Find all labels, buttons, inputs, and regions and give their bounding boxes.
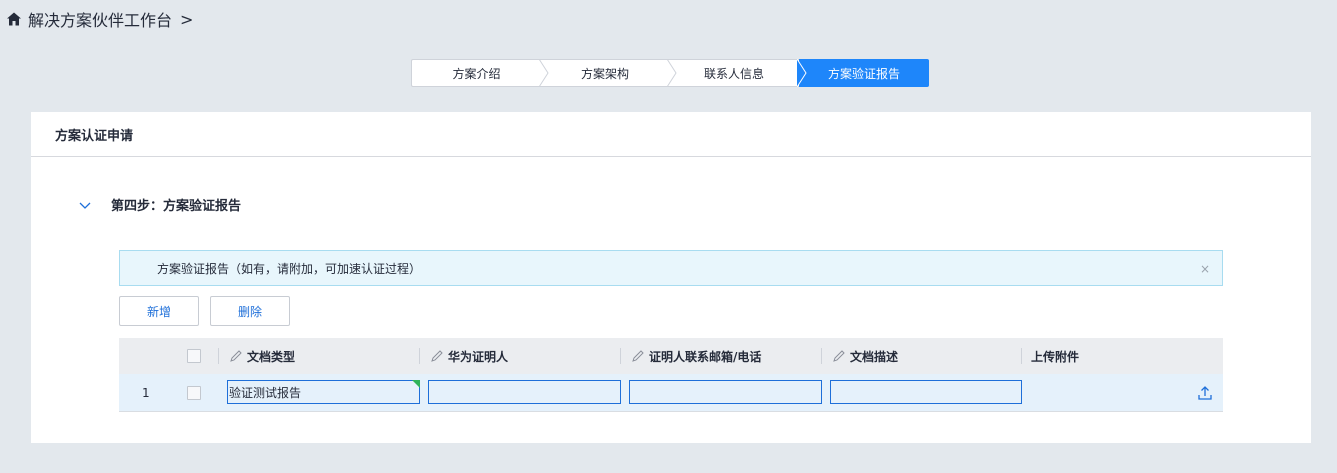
alert-text: 方案验证报告（如有，请附加，可加速认证过程） [157,261,422,276]
column-header-attachment: 上传附件 [1031,349,1080,364]
step-solution-intro[interactable]: 方案介绍 [411,59,549,87]
breadcrumb: 解决方案伙伴工作台 > [6,8,193,30]
step-separator [667,59,677,87]
home-icon[interactable] [6,11,22,27]
pencil-icon [833,350,845,362]
chevron-down-icon[interactable] [79,199,91,211]
step-solution-architecture[interactable]: 方案架构 [541,59,677,87]
doc-type-field[interactable]: 验证测试报告 [227,380,420,404]
pencil-icon [431,350,443,362]
column-header-doc-type[interactable]: 文档类型 [229,338,295,374]
modified-flag [412,380,420,388]
select-all-checkbox[interactable] [187,349,201,363]
column-header-contact[interactable]: 证明人联系邮箱/电话 [631,338,761,374]
pencil-icon [632,350,644,362]
chevron-right-icon: > [180,9,194,29]
row-index: 1 [142,385,150,400]
column-header-description[interactable]: 文档描述 [832,338,898,374]
table-header: 文档类型 华为证明人 证明人联系邮箱/电话 文档描述 上传附件 [119,338,1223,374]
info-alert: 方案验证报告（如有，请附加，可加速认证过程） × [119,250,1223,286]
workbench-title[interactable]: 解决方案伙伴工作台 [28,7,172,31]
step-separator [797,59,807,87]
step-label: 联系人信息 [703,66,764,81]
description-field[interactable] [830,380,1022,404]
step-verification-report[interactable]: 方案验证报告 [799,59,929,87]
witness-field[interactable] [428,380,621,404]
section-header[interactable]: 第四步：方案验证报告 [79,195,241,214]
upload-icon[interactable] [1197,385,1213,401]
step-navigator: 方案介绍 方案架构 联系人信息 方案验证报告 [411,59,929,87]
step-separator [539,59,549,87]
step-label: 方案验证报告 [827,66,900,81]
step-contact-info[interactable]: 联系人信息 [669,59,807,87]
contact-field[interactable] [629,380,822,404]
column-header-witness[interactable]: 华为证明人 [430,338,508,374]
report-table: 文档类型 华为证明人 证明人联系邮箱/电话 文档描述 上传附件 1 验证测试报告 [119,338,1223,412]
row-checkbox[interactable] [187,385,201,400]
step-label: 方案架构 [580,66,629,81]
pencil-icon [230,350,242,362]
delete-button[interactable]: 删除 [210,296,290,326]
add-button[interactable]: 新增 [119,296,199,326]
section-title: 第四步：方案验证报告 [111,199,242,214]
close-icon[interactable]: × [1200,262,1210,276]
table-row[interactable]: 1 验证测试报告 [119,374,1223,412]
step-label: 方案介绍 [452,66,501,81]
application-panel: 方案认证申请 第四步：方案验证报告 方案验证报告（如有，请附加，可加速认证过程）… [31,112,1311,443]
panel-title: 方案认证申请 [31,112,1311,157]
